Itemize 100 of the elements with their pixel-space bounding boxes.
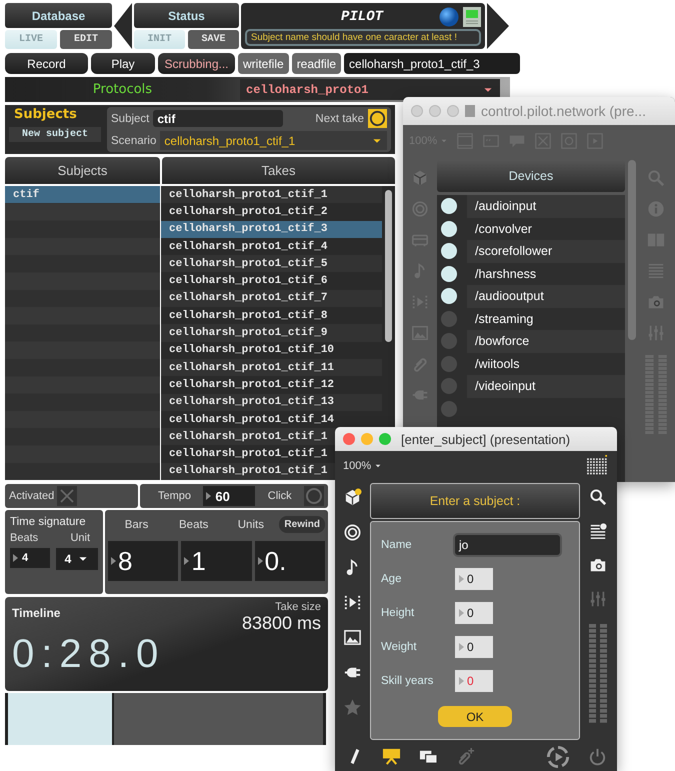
presentation-icon[interactable] (382, 747, 401, 766)
take-row[interactable]: celloharsh_proto1_ctif_4 (161, 238, 382, 256)
ok-button[interactable]: OK (438, 706, 512, 727)
device-name[interactable]: /harshness (467, 262, 625, 285)
take-row[interactable]: celloharsh_proto1_ctif_7 (161, 290, 382, 308)
cube-icon[interactable] (343, 488, 362, 507)
transport-button[interactable]: Scrubbing... (158, 53, 235, 74)
status-dot[interactable] (441, 400, 457, 417)
device-name[interactable]: /audiooutput (467, 285, 625, 308)
protocol-dropdown[interactable]: celloharsh_proto1 (240, 79, 500, 100)
status-dot[interactable] (441, 288, 457, 304)
field-label: Name (381, 539, 413, 551)
book-icon[interactable] (647, 231, 665, 249)
cross-icon[interactable] (57, 486, 78, 506)
status-dot[interactable] (441, 266, 457, 282)
zoom-button[interactable] (379, 433, 391, 445)
file-name-field[interactable]: celloharsh_proto1_ctif_3 (344, 53, 520, 74)
read-file-button[interactable]: readfile (292, 53, 342, 74)
column-header[interactable]: Takes (162, 157, 395, 184)
take-row[interactable]: celloharsh_proto1_ctif_11 (161, 358, 382, 376)
rewind-button[interactable]: Rewind (279, 516, 325, 533)
column-header[interactable]: Subjects (5, 157, 160, 184)
field-label: Skill years (381, 675, 434, 687)
play-icon[interactable] (546, 744, 570, 768)
mode-toggle[interactable]: SAVE (188, 30, 239, 49)
monitor-icon[interactable] (463, 6, 481, 26)
search-icon[interactable] (588, 488, 606, 506)
minimize-button[interactable] (429, 105, 441, 117)
sliders-icon[interactable] (588, 590, 606, 608)
number-field[interactable]: 0 (455, 602, 493, 624)
write-file-button[interactable]: writefile (238, 53, 289, 74)
grid-icon[interactable] (585, 454, 609, 476)
device-name[interactable]: /bowforce (467, 330, 625, 352)
take-row[interactable]: celloharsh_proto1_ctif_12 (161, 376, 382, 394)
take-row[interactable]: celloharsh_proto1_ctif_1 (161, 186, 382, 204)
pilot-title: PILOT (340, 8, 385, 24)
minimize-button[interactable] (361, 433, 373, 445)
take-row[interactable]: celloharsh_proto1_ctif_9 (161, 324, 382, 342)
take-row[interactable]: celloharsh_proto1_ctif_6 (161, 272, 382, 290)
tempo-field[interactable]: 60 (203, 486, 256, 506)
sliders-icon[interactable] (647, 324, 665, 342)
take-row[interactable]: celloharsh_proto1_ctif_2 (161, 203, 382, 221)
right-arrow-icon[interactable] (487, 3, 509, 49)
click-ring-icon[interactable] (304, 486, 324, 506)
info-icon[interactable] (647, 200, 665, 218)
list-icon[interactable] (588, 522, 606, 540)
status-dot[interactable] (441, 310, 457, 327)
star-icon[interactable] (343, 698, 362, 717)
number-field[interactable]: 0 (455, 568, 493, 590)
power-icon[interactable] (588, 747, 607, 766)
take-size-label: Take size (275, 601, 321, 613)
device-name[interactable]: /scorefollower (467, 240, 625, 262)
subject-field[interactable]: ctif (153, 110, 284, 127)
unit-dropdown[interactable]: 4 (56, 548, 98, 570)
scrollbar-thumb[interactable] (385, 190, 392, 342)
device-name[interactable]: /convolver (467, 218, 625, 240)
close-button[interactable] (411, 105, 423, 117)
take-row[interactable]: celloharsh_proto1_ctif_10 (161, 342, 382, 359)
number-field[interactable]: 0 (455, 636, 493, 658)
field-label: Weight (381, 641, 418, 653)
next-take-ring-icon[interactable] (368, 109, 387, 128)
scrollbar-thumb[interactable] (628, 160, 636, 340)
device-name[interactable]: /wiitools (467, 352, 625, 375)
status-dot[interactable] (441, 243, 457, 260)
device-name[interactable]: /streaming (467, 308, 625, 330)
name-field[interactable]: jo (455, 535, 560, 555)
zoom-menu[interactable]: 100% (343, 460, 382, 472)
left-arrow-icon[interactable] (114, 3, 132, 49)
device-name[interactable]: /videoinput (467, 375, 625, 398)
new-subject-button[interactable]: New subject (9, 127, 101, 142)
take-row[interactable]: celloharsh_proto1_ctif_8 (161, 307, 382, 324)
take-row[interactable]: celloharsh_proto1_ctif_14 (161, 410, 382, 428)
status-header: Status (134, 3, 239, 28)
progress-bar[interactable] (5, 693, 326, 745)
position-field[interactable]: 0. (254, 541, 325, 581)
status-dot[interactable] (441, 333, 457, 350)
scenario-dropdown[interactable]: celloharsh_proto1_ctif_1 (160, 131, 387, 150)
time-display: 0:28.0 (12, 632, 166, 677)
device-name[interactable]: /audioinput (467, 195, 625, 218)
mode-toggle[interactable]: EDIT (60, 30, 112, 49)
globe-icon[interactable] (439, 6, 459, 26)
close-button[interactable] (343, 433, 355, 445)
take-row[interactable]: celloharsh_proto1_ctif_13 (161, 394, 382, 411)
position-field[interactable]: 8 (108, 541, 178, 581)
transport-button[interactable]: Play (91, 53, 155, 74)
paperclip-icon[interactable] (456, 747, 475, 766)
image-icon[interactable] (343, 628, 362, 647)
status-dot[interactable] (441, 198, 457, 214)
zoom-button[interactable] (447, 105, 459, 117)
status-dot[interactable] (441, 378, 457, 394)
status-dot[interactable] (441, 220, 457, 237)
window-title: [enter_subject] (presentation) (401, 432, 570, 446)
subject-row[interactable]: ctif (5, 186, 160, 204)
take-row[interactable]: celloharsh_proto1_ctif_5 (161, 255, 382, 272)
camera-icon[interactable] (588, 556, 606, 574)
take-row[interactable]: celloharsh_proto1_ctif_3 (161, 220, 382, 238)
status-dot[interactable] (441, 356, 457, 372)
beats-field[interactable]: 4 (10, 548, 50, 568)
transport-button[interactable]: Record (5, 53, 88, 74)
position-field[interactable]: 1 (181, 541, 252, 581)
